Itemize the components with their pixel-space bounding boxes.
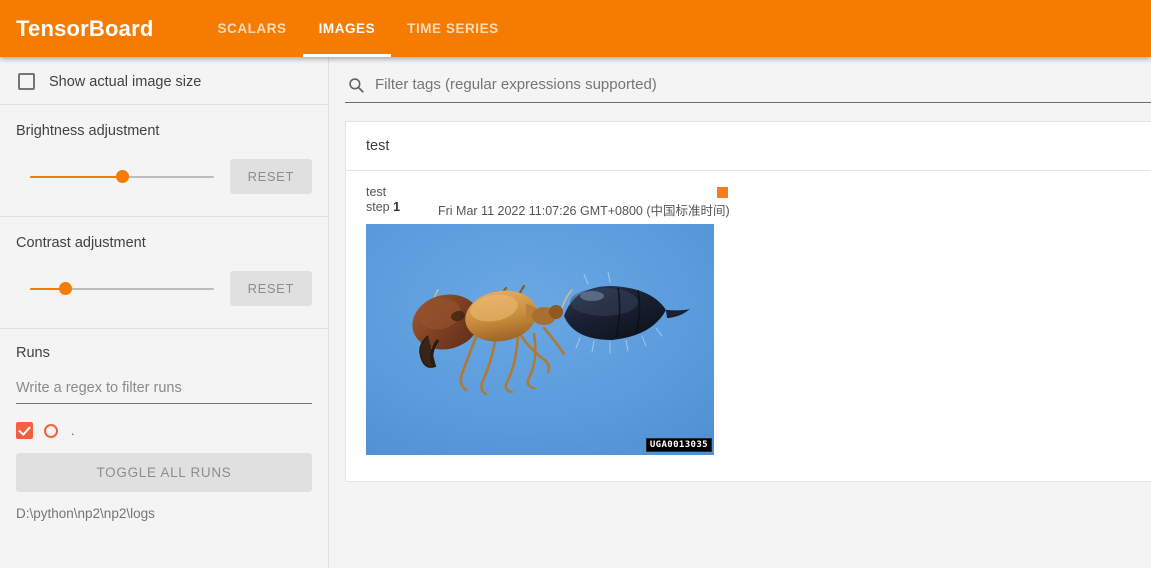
image-preview[interactable]: UGA0013035 — [366, 224, 714, 455]
image-card-step: step 1 — [366, 200, 400, 215]
image-card-timestamp: Fri Mar 11 2022 11:07:26 GMT+0800 (中国标准时… — [438, 204, 730, 218]
contrast-section: Contrast adjustment RESET — [0, 217, 328, 328]
run-color-badge — [717, 187, 728, 198]
image-card-run-name: test — [366, 185, 387, 199]
tag-filter-input[interactable] — [373, 75, 1151, 94]
show-actual-image-size-row[interactable]: Show actual image size — [16, 57, 312, 104]
tag-group-card: test test step 1 Fri Mar 11 2022 11:07:2… — [345, 121, 1151, 482]
image-card: test step 1 Fri Mar 11 2022 11:07:26 GMT… — [346, 171, 1151, 481]
image-watermark: UGA0013035 — [645, 438, 712, 452]
show-actual-size-section: Show actual image size — [0, 57, 328, 104]
image-card-meta-left: test step 1 — [366, 185, 400, 215]
contrast-slider[interactable] — [16, 279, 218, 299]
tag-filter-bar — [345, 75, 1151, 103]
contrast-slider-thumb[interactable] — [58, 281, 72, 295]
brightness-reset-button[interactable]: RESET — [229, 159, 312, 194]
tab-images[interactable]: IMAGES — [302, 0, 392, 57]
runs-title: Runs — [16, 345, 50, 361]
image-card-meta: test step 1 Fri Mar 11 2022 11:07:26 GMT… — [366, 185, 730, 218]
show-actual-image-size-checkbox[interactable] — [18, 73, 35, 90]
brand-title: TensorBoard — [16, 15, 154, 41]
image-card-step-value: 1 — [393, 200, 401, 214]
run-color-circle-icon[interactable] — [44, 423, 58, 438]
tag-group-header[interactable]: test — [346, 122, 1151, 171]
contrast-slider-row: RESET — [16, 271, 312, 306]
show-actual-image-size-label: Show actual image size — [49, 73, 202, 90]
run-item-label: . — [71, 423, 75, 438]
log-directory-path: D:\python\np2\np2\logs — [16, 506, 155, 521]
tab-time-series[interactable]: TIME SERIES — [391, 0, 515, 57]
runs-section: Runs . TOGGLE ALL RUNS D:\python\np2\np2… — [0, 329, 328, 535]
tab-bar: SCALARS IMAGES TIME SERIES — [201, 0, 514, 57]
brightness-section: Brightness adjustment RESET — [0, 105, 328, 216]
image-card-step-label: step — [366, 200, 390, 214]
search-icon — [349, 77, 364, 93]
main-content: test test step 1 Fri Mar 11 2022 11:07:2… — [329, 57, 1151, 568]
toggle-all-runs-button[interactable]: TOGGLE ALL RUNS — [16, 453, 312, 492]
ant-photograph-icon — [366, 224, 714, 455]
sidebar: Show actual image size Brightness adjust… — [0, 57, 329, 568]
tab-scalars[interactable]: SCALARS — [201, 0, 302, 57]
brightness-slider-thumb[interactable] — [116, 169, 129, 183]
contrast-reset-button[interactable]: RESET — [229, 271, 312, 306]
brightness-slider-row: RESET — [16, 159, 312, 194]
brightness-slider-fill — [30, 175, 122, 178]
app-header: TensorBoard SCALARS IMAGES TIME SERIES — [0, 0, 1151, 57]
brightness-slider[interactable] — [16, 167, 218, 187]
runs-filter-input[interactable] — [16, 380, 312, 404]
brightness-label: Brightness adjustment — [16, 123, 160, 139]
body-wrapper: Show actual image size Brightness adjust… — [0, 57, 1151, 568]
contrast-label: Contrast adjustment — [16, 235, 146, 251]
run-item-row[interactable]: . — [16, 422, 312, 439]
run-checkbox[interactable] — [16, 422, 33, 439]
